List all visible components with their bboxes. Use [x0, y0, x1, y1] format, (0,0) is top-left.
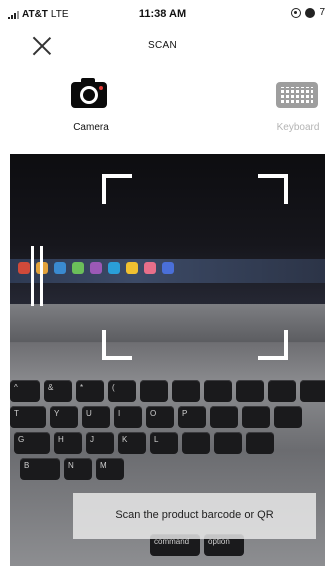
scan-frame-corner-top-right — [258, 174, 288, 204]
feed-key: L — [150, 432, 178, 454]
scan-hint-text: Scan the product barcode or QR — [115, 509, 274, 521]
feed-dock-app — [90, 262, 102, 274]
tab-camera-label: Camera — [73, 122, 109, 133]
feed-key: Y — [50, 406, 78, 428]
feed-key: T — [10, 406, 46, 428]
feed-key: M — [96, 458, 124, 480]
status-bar: AT&T LTE 11:38 AM 7 — [0, 0, 325, 28]
feed-key — [242, 406, 270, 428]
feed-dock-app — [162, 262, 174, 274]
feed-key: U — [82, 406, 110, 428]
scan-frame-corner-top-left — [102, 174, 132, 204]
feed-key — [172, 380, 200, 402]
status-time: 11:38 AM — [138, 8, 187, 20]
alarm-icon — [305, 7, 316, 18]
feed-key: O — [146, 406, 174, 428]
feed-dock-app — [108, 262, 120, 274]
keyboard-icon — [276, 82, 318, 108]
feed-dock-app — [18, 262, 30, 274]
scan-frame-corner-bottom-left — [102, 330, 132, 360]
feed-key: G — [14, 432, 50, 454]
feed-key — [214, 432, 242, 454]
feed-key — [268, 380, 296, 402]
tab-camera[interactable]: Camera — [51, 76, 131, 136]
feed-key — [210, 406, 238, 428]
feed-key: K — [118, 432, 146, 454]
feed-key: ^ — [10, 380, 40, 402]
feed-dock-app — [54, 262, 66, 274]
battery-level: 7 — [319, 7, 325, 18]
feed-key: J — [86, 432, 114, 454]
feed-key — [236, 380, 264, 402]
feed-key — [182, 432, 210, 454]
scan-hint: Scan the product barcode or QR — [73, 493, 316, 539]
feed-key: H — [54, 432, 82, 454]
feed-key — [140, 380, 168, 402]
page-title: SCAN — [148, 40, 177, 51]
feed-key: ( — [108, 380, 136, 402]
scan-line — [40, 246, 43, 306]
feed-dock-app — [144, 262, 156, 274]
feed-key: & — [44, 380, 72, 402]
feed-key: N — [64, 458, 92, 480]
orientation-lock-icon — [291, 7, 302, 18]
feed-key: B — [20, 458, 60, 480]
scan-line — [31, 246, 34, 306]
scan-frame-corner-bottom-right — [258, 330, 288, 360]
camera-icon — [71, 78, 107, 108]
feed-key — [300, 380, 325, 402]
feed-key — [246, 432, 274, 454]
status-icons: 7 — [291, 7, 325, 18]
feed-key: P — [178, 406, 206, 428]
feed-dock-app — [126, 262, 138, 274]
feed-key: * — [76, 380, 104, 402]
feed-key — [274, 406, 302, 428]
tab-keyboard-label: Keyboard — [276, 122, 320, 133]
tab-keyboard[interactable]: Keyboard — [258, 76, 325, 136]
feed-dock-app — [72, 262, 84, 274]
feed-key: I — [114, 406, 142, 428]
feed-key — [204, 380, 232, 402]
